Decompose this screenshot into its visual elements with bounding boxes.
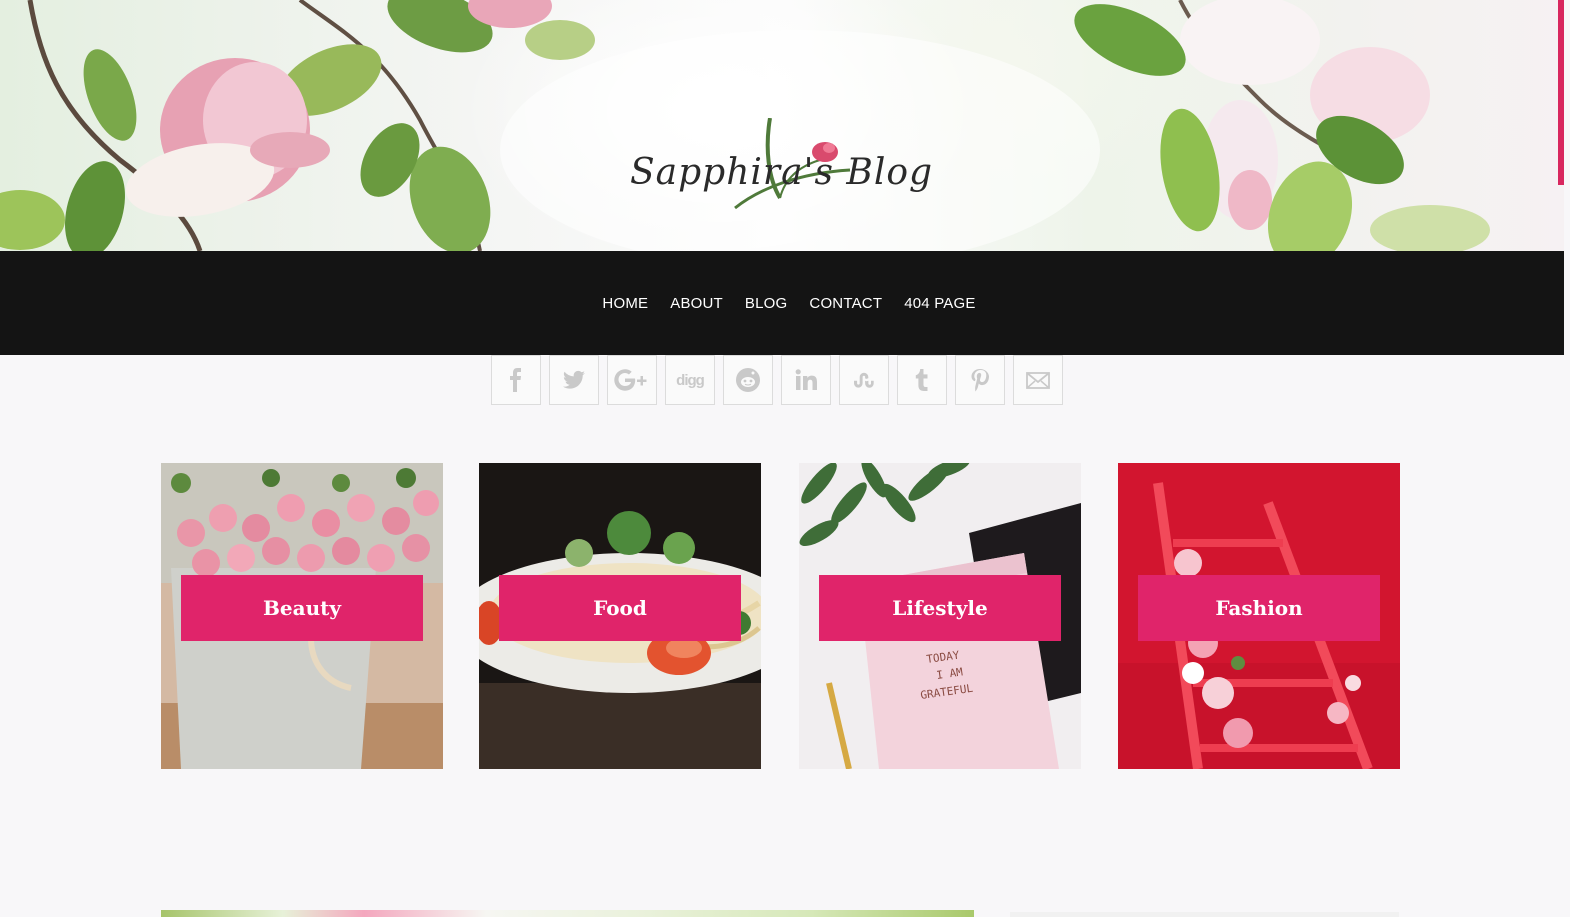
category-card-food[interactable]: Food xyxy=(479,463,761,769)
share-twitter-button[interactable] xyxy=(549,355,599,405)
scroll-indicator xyxy=(1558,0,1564,185)
stumbleupon-icon xyxy=(854,372,874,388)
linkedin-icon xyxy=(795,369,817,390)
share-facebook-button[interactable] xyxy=(491,355,541,405)
logo-text: Sapphira's Blog xyxy=(630,152,934,193)
share-email-button[interactable] xyxy=(1013,355,1063,405)
digg-icon: digg xyxy=(676,371,705,389)
share-reddit-button[interactable] xyxy=(723,355,773,405)
category-label-beauty: Beauty xyxy=(181,575,423,641)
share-digg-button[interactable]: digg xyxy=(665,355,715,405)
nav-item-404-page[interactable]: 404 PAGE xyxy=(904,295,975,312)
category-label-food: Food xyxy=(499,575,741,641)
category-card-fashion[interactable]: Fashion xyxy=(1118,463,1400,769)
nav-item-about[interactable]: ABOUT xyxy=(670,295,723,312)
google-plus-icon xyxy=(614,369,647,391)
email-icon xyxy=(1026,372,1050,389)
sidebar-peek xyxy=(1010,912,1399,917)
facebook-icon xyxy=(510,368,521,392)
tumblr-icon xyxy=(915,369,928,391)
header-banner: Sapphira's Blog xyxy=(0,0,1564,251)
nav-item-home[interactable]: HOME xyxy=(602,295,648,312)
nav-list: HOME ABOUT BLOG CONTACT 404 PAGE xyxy=(602,295,975,312)
share-linkedin-button[interactable] xyxy=(781,355,831,405)
site-logo[interactable]: Sapphira's Blog xyxy=(630,118,934,210)
share-pinterest-button[interactable] xyxy=(955,355,1005,405)
category-card-beauty[interactable]: Beauty xyxy=(161,463,443,769)
category-label-fashion: Fashion xyxy=(1138,575,1380,641)
category-label-lifestyle: Lifestyle xyxy=(819,575,1061,641)
social-share-bar: digg xyxy=(491,355,1063,405)
main-navigation: HOME ABOUT BLOG CONTACT 404 PAGE xyxy=(0,251,1564,355)
reddit-icon xyxy=(736,368,760,392)
nav-item-blog[interactable]: BLOG xyxy=(745,295,787,312)
share-google-plus-button[interactable] xyxy=(607,355,657,405)
share-tumblr-button[interactable] xyxy=(897,355,947,405)
twitter-icon xyxy=(563,370,585,389)
category-grid: Beauty Food TODAY I AM GRATEFUL Lifestyl… xyxy=(161,463,1400,769)
featured-post-image-peek xyxy=(161,910,974,917)
share-stumbleupon-button[interactable] xyxy=(839,355,889,405)
pinterest-icon xyxy=(971,369,989,392)
nav-item-contact[interactable]: CONTACT xyxy=(809,295,882,312)
category-card-lifestyle[interactable]: TODAY I AM GRATEFUL Lifestyle xyxy=(799,463,1081,769)
